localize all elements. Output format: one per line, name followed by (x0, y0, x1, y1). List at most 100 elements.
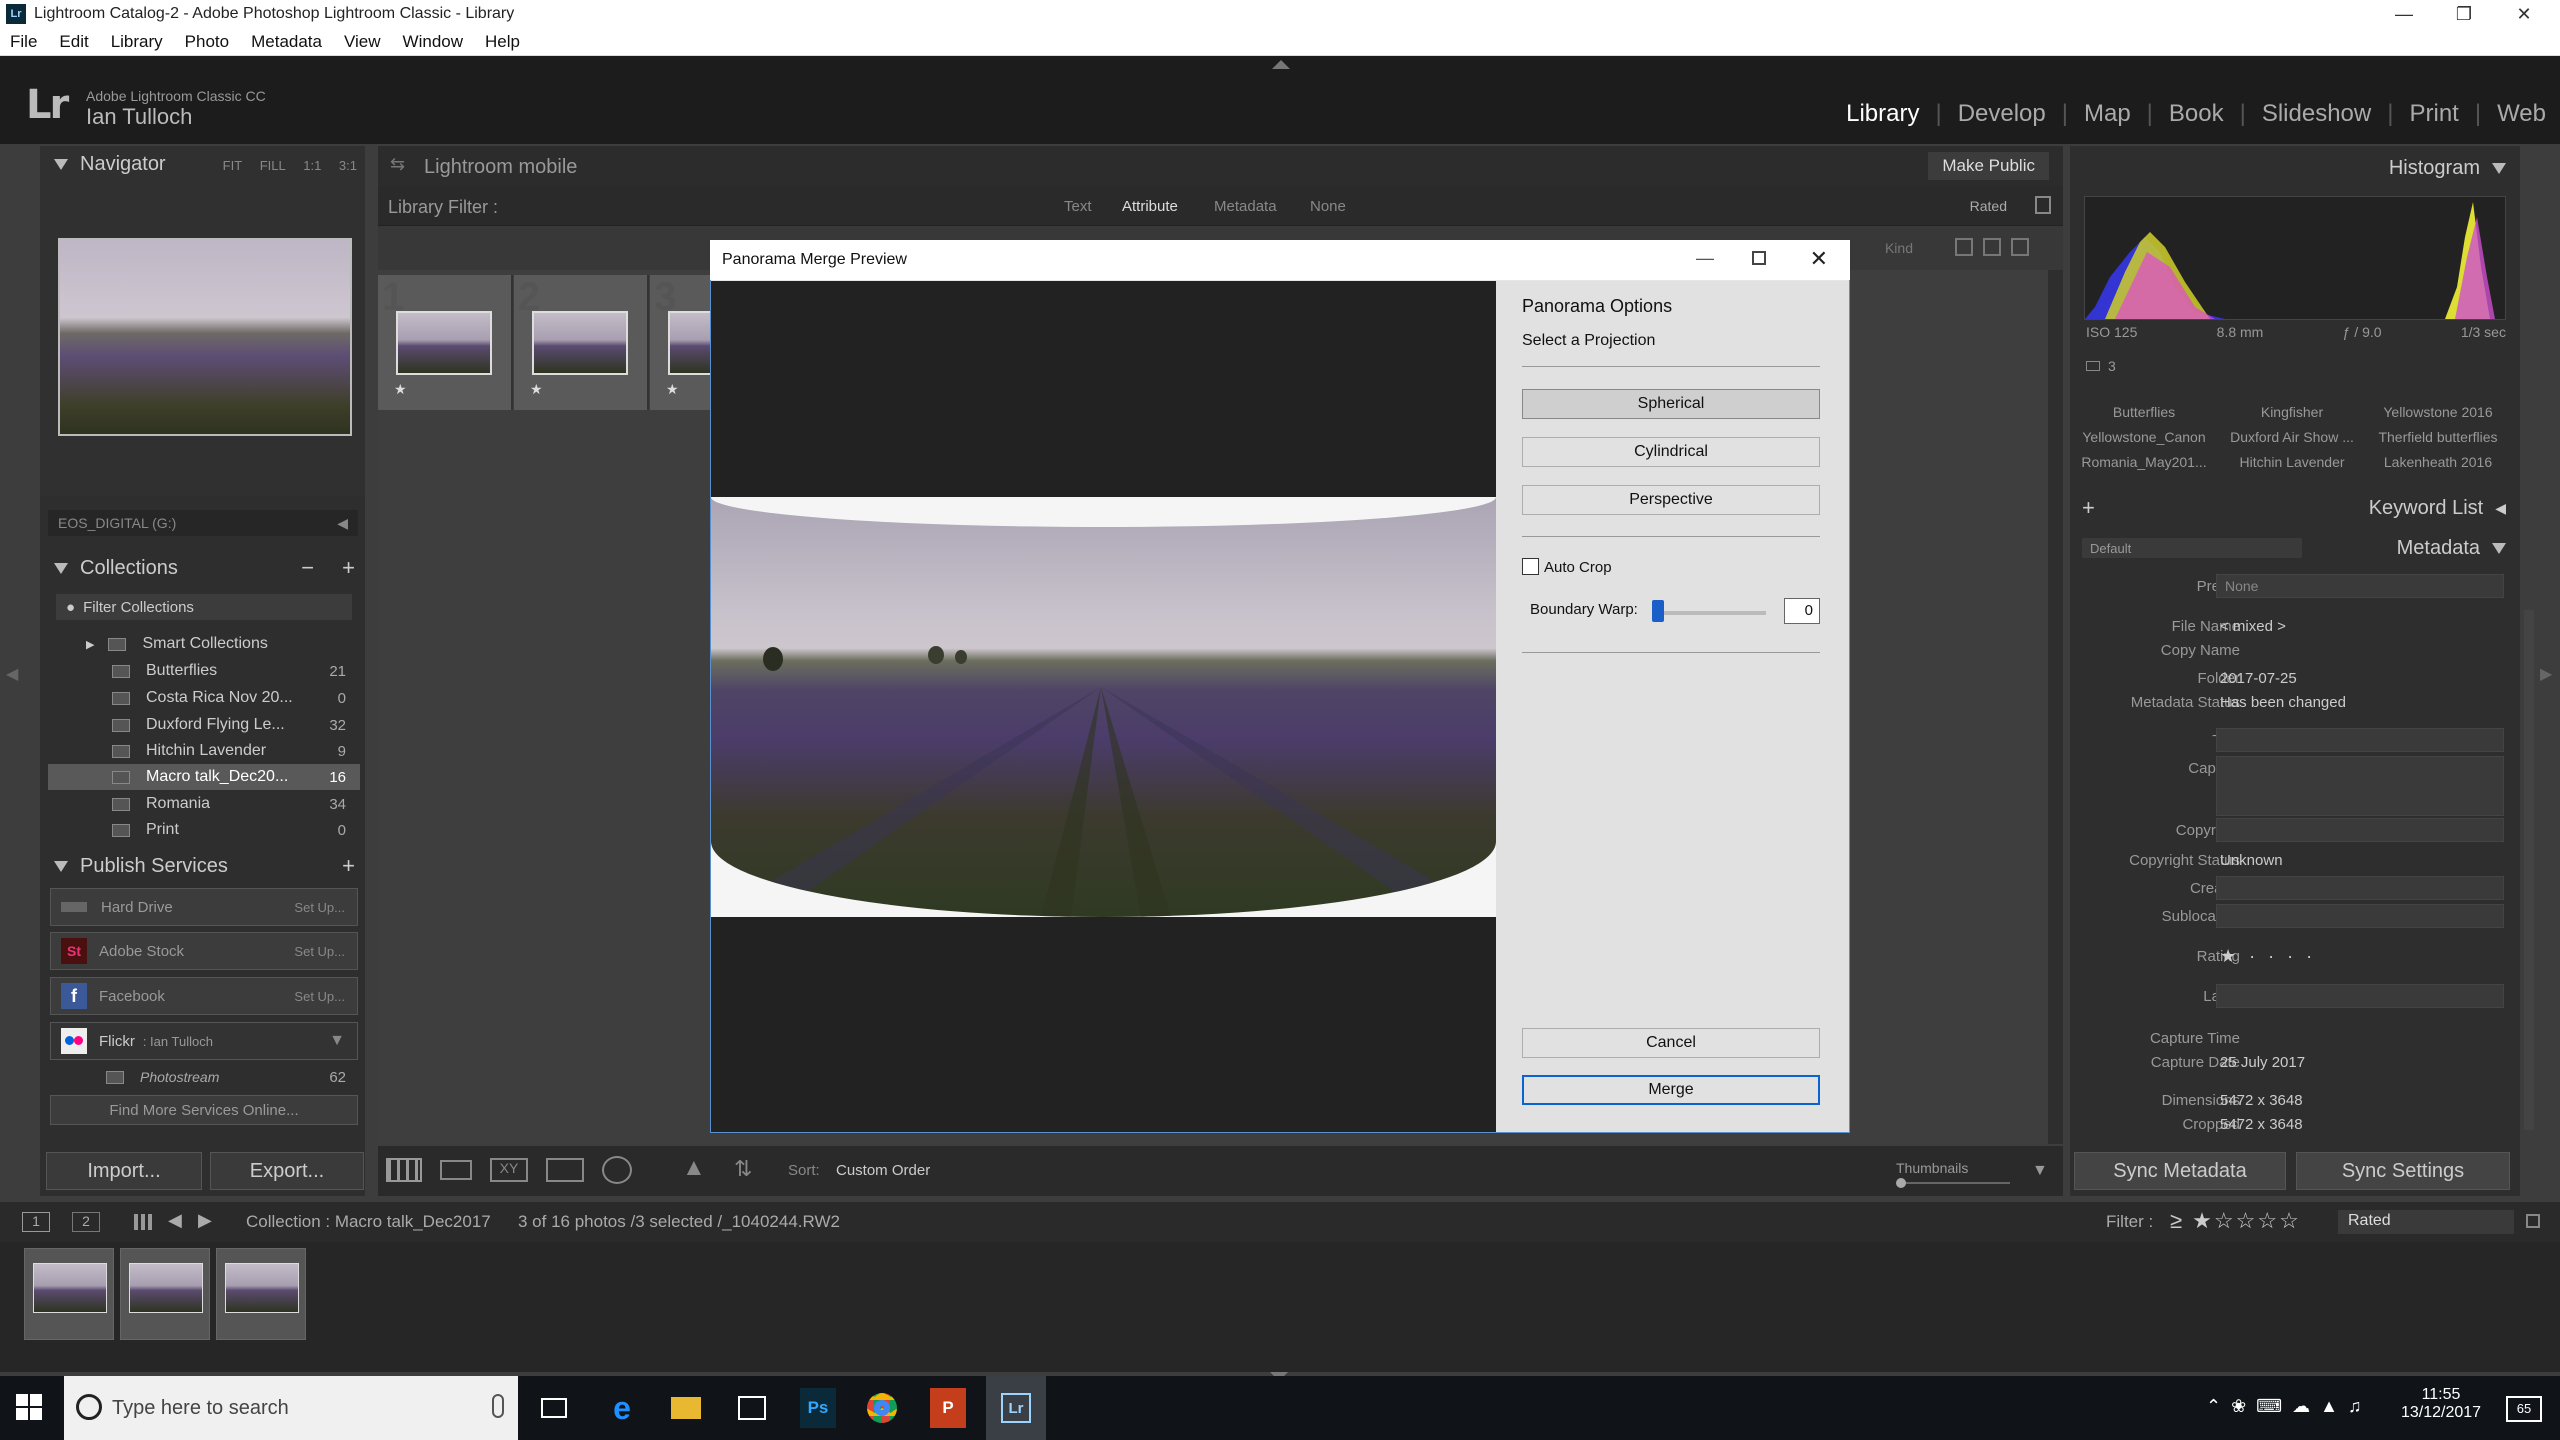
grid-icon[interactable] (134, 1214, 154, 1230)
module-print[interactable]: Print (2393, 100, 2474, 128)
powerpoint-icon[interactable]: P (930, 1388, 966, 1428)
kind-all-icon[interactable] (1955, 238, 1973, 256)
filter-preset-dropdown[interactable]: Rated (1970, 198, 2007, 214)
keyword-tag[interactable]: Kingfisher (2222, 404, 2362, 420)
back-arrow-icon[interactable]: ◀ (168, 1210, 182, 1231)
right-panel-toggle-icon[interactable]: ▶ (2540, 664, 2552, 684)
capture-date-value[interactable]: 25 July 2017 (2220, 1054, 2305, 1071)
keyword-tag[interactable]: Yellowstone 2016 (2368, 404, 2508, 420)
notifications-icon[interactable]: 65 (2506, 1396, 2542, 1422)
filmstrip-source[interactable]: Collection : Macro talk_Dec2017 (246, 1212, 491, 1232)
menu-edit[interactable]: Edit (59, 32, 88, 52)
keyword-list-header[interactable]: + Keyword List ◀ (2070, 490, 2520, 526)
merge-button[interactable]: Merge (1522, 1075, 1820, 1105)
collection-item[interactable]: Costa Rica Nov 20... 0 (48, 685, 360, 711)
menu-photo[interactable]: Photo (185, 32, 229, 52)
export-button[interactable]: Export... (210, 1152, 364, 1190)
keyword-tag[interactable]: Duxford Air Show ... (2222, 429, 2362, 445)
copyright-status-dropdown[interactable]: Unknown (2220, 852, 2283, 869)
people-view-icon[interactable] (602, 1156, 632, 1184)
taskbar-clock[interactable]: 11:55 13/12/2017 (2386, 1386, 2496, 1422)
filmstrip-thumbnail[interactable] (24, 1248, 114, 1340)
system-tray-icons[interactable]: ⌃❀⌨☁▲♫ (2206, 1396, 2371, 1417)
facebook-service[interactable]: f Facebook Set Up... (50, 977, 358, 1015)
hard-drive-service[interactable]: Hard Drive Set Up... (50, 888, 358, 926)
sync-icon[interactable]: ⇆ (390, 154, 405, 175)
keyword-tag[interactable]: Hitchin Lavender (2222, 454, 2362, 470)
edge-browser-icon[interactable]: e (604, 1388, 640, 1428)
lock-icon[interactable] (2035, 196, 2051, 214)
collection-item-selected[interactable]: Macro talk_Dec20... 16 (48, 764, 360, 790)
right-panel-scrollbar[interactable] (2524, 610, 2534, 1130)
plus-icon[interactable]: + (342, 853, 355, 879)
taskbar-search-box[interactable]: Type here to search (64, 1376, 518, 1440)
menu-library[interactable]: Library (111, 32, 163, 52)
grid-scrollbar[interactable] (2048, 270, 2063, 1144)
loupe-view-icon[interactable] (440, 1160, 472, 1180)
nav-1-1[interactable]: 1:1 (303, 158, 321, 173)
sublocation-field[interactable] (2216, 904, 2504, 928)
metadata-status-value[interactable]: Has been changed (2220, 694, 2346, 711)
photostream-item[interactable]: Photostream 62 (48, 1064, 360, 1090)
setup-link[interactable]: Set Up... (294, 989, 345, 1004)
keyword-tag[interactable]: Romania_May201... (2074, 454, 2214, 470)
chrome-icon[interactable] (864, 1388, 900, 1428)
kind-virtual-icon[interactable] (1983, 238, 2001, 256)
slider-thumb[interactable] (1896, 1178, 1906, 1188)
auto-crop-checkbox[interactable] (1522, 558, 1539, 575)
rating-stars[interactable]: ★ · · · · (2220, 946, 2316, 967)
dialog-close-icon[interactable]: ✕ (1810, 246, 1828, 272)
copyright-field[interactable] (2216, 818, 2504, 842)
filmstrip-status[interactable]: 3 of 16 photos /3 selected /_1040244.RW2 (518, 1212, 840, 1232)
setup-link[interactable]: Set Up... (294, 944, 345, 959)
sync-settings-button[interactable]: Sync Settings (2296, 1152, 2510, 1190)
top-panel-toggle-icon[interactable] (1272, 60, 1290, 69)
survey-view-icon[interactable] (546, 1158, 584, 1182)
collection-item[interactable]: Print 0 (48, 817, 360, 843)
kind-video-icon[interactable] (2011, 238, 2029, 256)
forward-arrow-icon[interactable]: ▶ (198, 1210, 212, 1231)
nav-fit[interactable]: FIT (223, 158, 243, 173)
import-button[interactable]: Import... (46, 1152, 202, 1190)
nav-fill[interactable]: FILL (260, 158, 286, 173)
preset-dropdown[interactable]: None (2216, 574, 2504, 598)
collection-item[interactable]: Romania 34 (48, 791, 360, 817)
make-public-button[interactable]: Make Public (1928, 152, 2049, 180)
task-view-icon[interactable] (536, 1388, 572, 1428)
primary-window-button[interactable]: 1 (22, 1212, 50, 1232)
menu-window[interactable]: Window (403, 32, 463, 52)
histogram-graph[interactable] (2084, 196, 2506, 320)
perspective-button[interactable]: Perspective (1522, 485, 1820, 515)
minimize-icon[interactable]: — (2374, 0, 2434, 28)
file-name-value[interactable]: < mixed > (2220, 618, 2286, 635)
publish-services-header[interactable]: Publish Services + (40, 848, 365, 884)
left-panel-toggle-icon[interactable]: ◀ (6, 664, 18, 684)
spray-can-icon[interactable]: ▲ (682, 1154, 706, 1182)
metadata-header[interactable]: Default Metadata (2070, 530, 2520, 566)
filter-collections-input[interactable]: ● Filter Collections (56, 594, 352, 620)
filmstrip-thumbnail[interactable] (216, 1248, 306, 1340)
filmstrip-thumbnail[interactable] (120, 1248, 210, 1340)
filter-tab-metadata[interactable]: Metadata (1214, 198, 1277, 215)
adobe-stock-service[interactable]: St Adobe Stock Set Up... (50, 932, 358, 970)
grid-view-icon[interactable] (386, 1158, 422, 1182)
filter-tab-none[interactable]: None (1310, 198, 1346, 215)
toolbar-menu-icon[interactable]: ▼ (2032, 1162, 2048, 1180)
sync-metadata-button[interactable]: Sync Metadata (2074, 1152, 2286, 1190)
sort-direction-icon[interactable]: ⇅ (734, 1156, 752, 1182)
module-develop[interactable]: Develop (1942, 100, 2062, 128)
dropdown-triangle-icon[interactable]: ▼ (329, 1032, 345, 1050)
module-library[interactable]: Library (1830, 100, 1935, 128)
keyword-tag[interactable]: Yellowstone_Canon (2074, 429, 2214, 445)
keyword-tag[interactable]: Lakenheath 2016 (2368, 454, 2508, 470)
collection-item[interactable]: Duxford Flying Le... 32 (48, 712, 360, 738)
cancel-button[interactable]: Cancel (1522, 1028, 1820, 1058)
module-web[interactable]: Web (2481, 100, 2546, 128)
module-book[interactable]: Book (2153, 100, 2240, 128)
plus-icon[interactable]: + (2082, 495, 2095, 521)
filter-lock-icon[interactable] (2526, 1214, 2540, 1228)
collections-header[interactable]: Collections − + (40, 550, 365, 586)
metadata-preset-dropdown[interactable]: Default (2082, 538, 2302, 558)
maximize-icon[interactable]: ❐ (2434, 0, 2494, 28)
setup-link[interactable]: Set Up... (294, 900, 345, 915)
